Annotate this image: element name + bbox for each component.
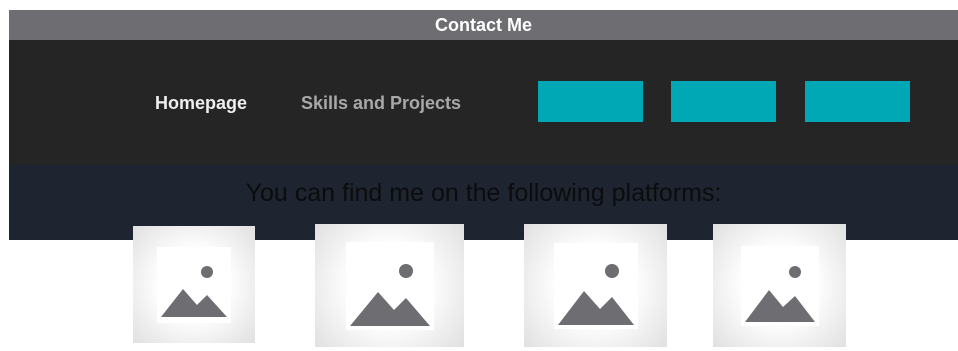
page-title: Contact Me bbox=[9, 10, 958, 40]
image-placeholder-icon bbox=[157, 246, 231, 323]
nav-button-2[interactable] bbox=[671, 81, 776, 122]
platform-tile-2[interactable] bbox=[315, 224, 464, 347]
nav-link-skills-and-projects[interactable]: Skills and Projects bbox=[301, 92, 461, 114]
contact-page: Contact Me Homepage Skills and Projects … bbox=[0, 0, 958, 351]
platform-tile-4[interactable] bbox=[713, 224, 846, 347]
nav-link-homepage[interactable]: Homepage bbox=[155, 92, 247, 114]
nav-button-3[interactable] bbox=[805, 81, 910, 122]
nav-button-1[interactable] bbox=[538, 81, 643, 122]
navigation-bar: Homepage Skills and Projects bbox=[9, 40, 958, 165]
image-placeholder-icon bbox=[345, 241, 434, 330]
platform-tile-3[interactable] bbox=[524, 224, 667, 347]
image-placeholder-icon bbox=[740, 245, 819, 326]
image-placeholder-icon bbox=[553, 242, 638, 329]
platforms-intro-text: You can find me on the following platfor… bbox=[245, 179, 722, 207]
platform-tile-1[interactable] bbox=[133, 226, 255, 343]
